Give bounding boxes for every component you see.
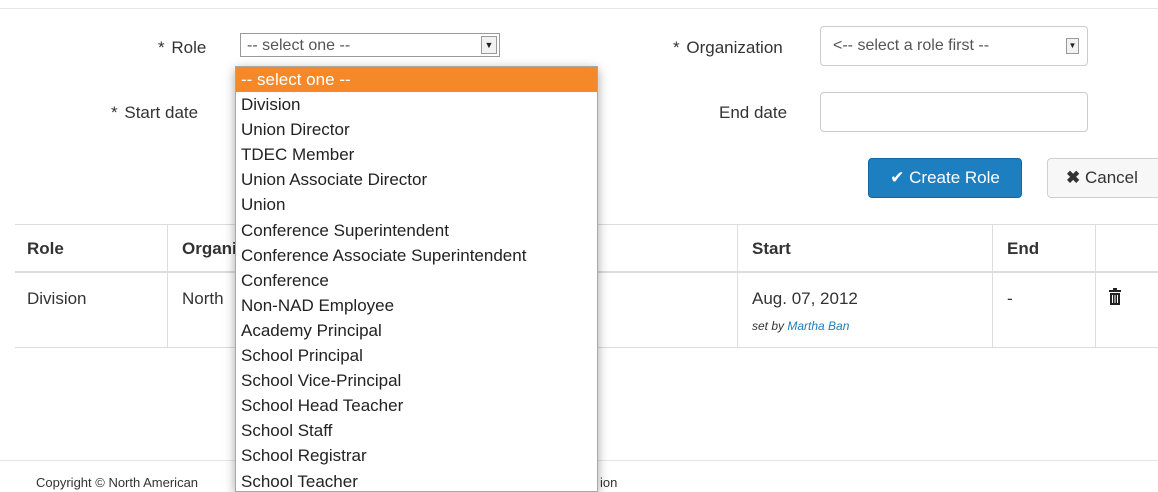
dropdown-option[interactable]: Non-NAD Employee	[236, 293, 597, 318]
dropdown-option[interactable]: Union Associate Director	[236, 167, 597, 192]
dropdown-option[interactable]: School Vice-Principal	[236, 368, 597, 393]
chevron-down-icon: ▼	[1066, 38, 1079, 54]
dropdown-option[interactable]: School Teacher	[236, 469, 597, 492]
end-date-label: End date	[719, 103, 788, 122]
top-divider	[0, 8, 1158, 9]
check-icon: ✔	[890, 168, 905, 187]
trash-icon[interactable]	[1108, 288, 1122, 306]
cell-end: -	[1007, 289, 1013, 308]
create-role-button[interactable]: ✔ Create Role	[868, 158, 1022, 198]
cell-role: Division	[27, 289, 87, 308]
set-by-user-link[interactable]: Martha Ban	[787, 319, 849, 333]
role-label: * Role	[158, 38, 207, 57]
dropdown-option[interactable]: Academy Principal	[236, 318, 597, 343]
role-select-value: -- select one --	[247, 37, 351, 54]
set-by-note: set by Martha Ban	[752, 319, 850, 333]
times-icon: ✖	[1066, 168, 1081, 187]
dropdown-option[interactable]: TDEC Member	[236, 142, 597, 167]
cell-start: Aug. 07, 2012	[752, 289, 858, 308]
dropdown-option[interactable]: -- select one --	[236, 67, 597, 93]
role-select[interactable]: -- select one -- ▼	[240, 33, 500, 57]
cancel-button[interactable]: ✖ Cancel	[1047, 158, 1158, 198]
dropdown-option[interactable]: School Registrar	[236, 443, 597, 468]
dropdown-option[interactable]: Union	[236, 192, 597, 217]
header-end: End	[1007, 239, 1040, 258]
dropdown-option[interactable]: School Staff	[236, 418, 597, 443]
dropdown-option[interactable]: Division	[236, 92, 597, 117]
chevron-down-icon: ▼	[481, 36, 497, 54]
dropdown-option[interactable]: Conference	[236, 268, 597, 293]
dropdown-option[interactable]: Union Director	[236, 117, 597, 142]
role-dropdown-list[interactable]: -- select one -- Division Union Director TD…	[235, 66, 598, 492]
footer-text-left: Copyright © North American	[36, 475, 199, 490]
cell-organization: North	[182, 289, 224, 308]
dropdown-option[interactable]: School Principal	[236, 343, 597, 368]
header-role: Role	[27, 239, 64, 258]
end-date-input[interactable]	[820, 92, 1088, 132]
organization-select-value: <-- select a role first --	[833, 37, 990, 54]
dropdown-option[interactable]: School Head Teacher	[236, 393, 597, 418]
footer-text-right: ion	[600, 475, 618, 490]
dropdown-option[interactable]: Conference Superintendent	[236, 218, 597, 243]
dropdown-option[interactable]: Conference Associate Superintendent	[236, 243, 597, 268]
start-date-label: * Start date	[111, 103, 199, 122]
organization-select[interactable]: <-- select a role first -- ▼	[820, 26, 1088, 66]
header-start: Start	[752, 239, 791, 258]
organization-label: * Organization	[673, 38, 783, 57]
